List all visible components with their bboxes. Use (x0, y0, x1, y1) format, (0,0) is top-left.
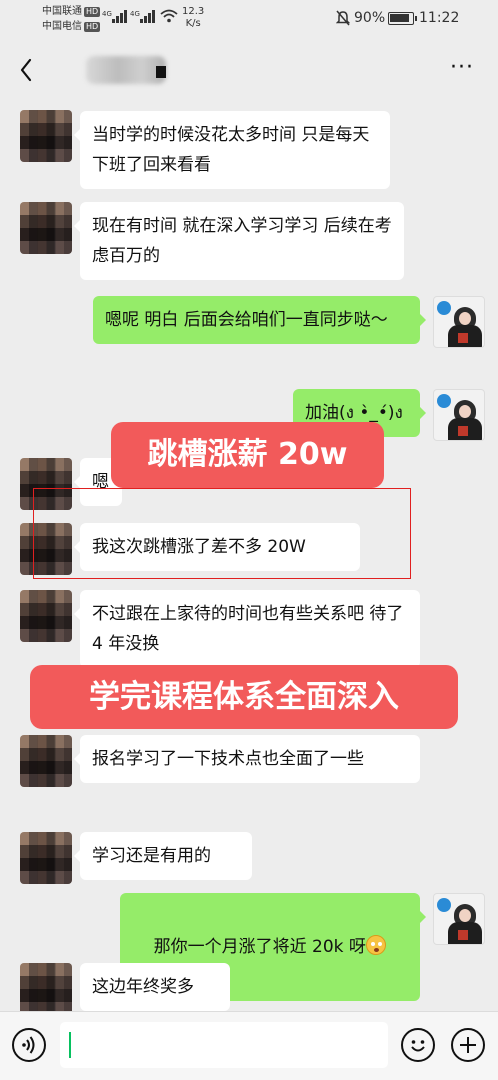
message-text: 那你一个月涨了将近 20k 呀 (153, 937, 366, 957)
contact-avatar[interactable] (20, 735, 72, 787)
network-type-1: 4G (102, 10, 112, 18)
network-speed: 12.3 K/s (182, 6, 204, 30)
highlight-frame (33, 488, 411, 579)
flushed-face-icon (365, 935, 386, 955)
message-bubble-incoming[interactable]: 现在有时间 就在深入学习学习 后续在考虑百万的 (74, 202, 404, 280)
back-button[interactable] (14, 54, 42, 86)
voice-icon (22, 1036, 35, 1054)
carrier-2: 中国电信 HD (42, 21, 101, 33)
status-clock: 11:22 (419, 10, 460, 26)
battery-icon (388, 12, 417, 25)
emoji-icon (411, 1040, 425, 1052)
message-bubble-incoming[interactable]: 这边年终奖多 (80, 963, 230, 1011)
promo-banner-top: 跳槽涨薪 20w (111, 422, 384, 488)
message-bubble-incoming[interactable]: 不过跟在上家待的时间也有些关系吧 待了 4 年没换 (74, 590, 420, 668)
my-avatar[interactable] (433, 296, 485, 348)
voice-button[interactable] (12, 1028, 46, 1062)
speed-value: 12.3 (182, 6, 205, 17)
contact-avatar[interactable] (20, 832, 72, 884)
status-bar: 中国联通 HD 中国电信 HD 4G 4G 12.3 K/s 90% 11:22 (0, 0, 498, 42)
battery-percent: 90% (354, 10, 386, 26)
speed-unit: K/s (185, 18, 201, 29)
my-avatar[interactable] (433, 389, 485, 441)
message-input[interactable] (60, 1022, 388, 1068)
mute-bell-icon (336, 10, 350, 26)
more-functions-button[interactable] (451, 1028, 485, 1062)
chat-title-mark (156, 66, 166, 78)
hd-badge-2: HD (84, 22, 101, 32)
emoji-button[interactable] (401, 1028, 435, 1062)
chat-title-blurred (86, 56, 166, 84)
more-options-button[interactable]: ··· (446, 57, 478, 82)
contact-avatar[interactable] (20, 590, 72, 642)
carrier-2-name: 中国电信 (42, 21, 82, 32)
carrier-1-name: 中国联通 (42, 6, 82, 17)
signal-1-icon (112, 10, 127, 23)
message-bubble-incoming[interactable]: 学习还是有用的 (74, 832, 252, 880)
chevron-left-icon (20, 58, 32, 82)
promo-banner-middle: 学完课程体系全面深入 (30, 665, 458, 729)
contact-avatar[interactable] (20, 110, 72, 162)
text-caret (69, 1032, 71, 1058)
carrier-1: 中国联通 HD (42, 6, 101, 18)
message-bubble-incoming[interactable]: 当时学的时候没花太多时间 只是每天下班了回来看看 (74, 111, 390, 189)
my-avatar[interactable] (433, 893, 485, 945)
message-bubble-incoming[interactable]: 报名学习了一下技术点也全面了一些 (74, 735, 420, 783)
message-bubble-outgoing[interactable]: 嗯呢 明白 后面会给咱们一直同步哒～ (93, 296, 426, 344)
contact-avatar[interactable] (20, 202, 72, 254)
chat-header: ··· (0, 42, 498, 98)
network-type-2: 4G (130, 10, 140, 18)
hd-badge-1: HD (84, 7, 101, 17)
contact-avatar[interactable] (20, 963, 72, 1015)
wifi-icon (160, 9, 178, 23)
signal-2-icon (140, 10, 155, 23)
input-bar (0, 1011, 498, 1080)
